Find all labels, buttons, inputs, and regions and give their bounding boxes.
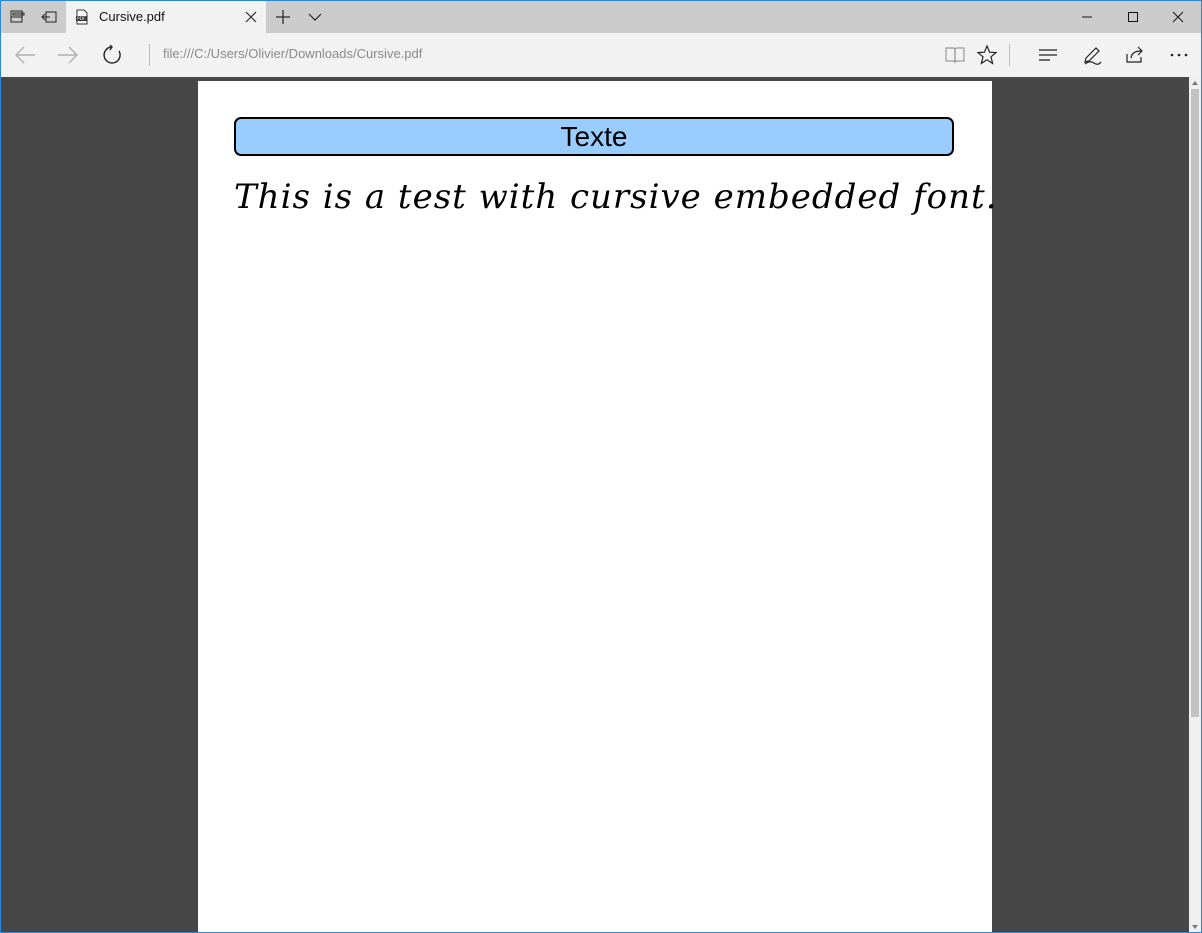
tabs-aside-button[interactable] xyxy=(1,1,33,33)
refresh-icon xyxy=(103,45,121,64)
hub-button[interactable] xyxy=(1026,33,1070,77)
refresh-button[interactable] xyxy=(90,33,134,77)
share-button[interactable] xyxy=(1113,33,1157,77)
favorite-button[interactable] xyxy=(965,33,1009,77)
more-icon xyxy=(1170,53,1188,57)
arrow-right-icon xyxy=(58,46,78,64)
new-tab-button[interactable] xyxy=(267,1,299,33)
close-window-button[interactable] xyxy=(1155,1,1201,33)
book-icon xyxy=(945,47,965,64)
navigation-bar: file:///C:/Users/Olivier/Downloads/Cursi… xyxy=(1,33,1201,77)
hub-icon xyxy=(1039,49,1057,61)
maximize-icon xyxy=(1128,12,1138,22)
more-button[interactable] xyxy=(1157,33,1201,77)
pdf-page: Texte This is a test with cursive embedd… xyxy=(198,81,997,932)
chevron-down-icon xyxy=(308,13,322,21)
tab-cursive-pdf[interactable]: PDF Cursive.pdf xyxy=(66,1,266,33)
address-divider xyxy=(149,44,150,66)
tab-title: Cursive.pdf xyxy=(99,9,165,24)
scroll-down-button[interactable] xyxy=(1189,921,1201,932)
pdf-viewer: Texte This is a test with cursive embedd… xyxy=(1,77,1189,932)
tabs-aside-icon xyxy=(10,10,25,23)
cursive-body-text: This is a test with cursive embedded fon… xyxy=(234,177,998,217)
minimize-button[interactable] xyxy=(1064,1,1110,33)
maximize-button[interactable] xyxy=(1110,1,1156,33)
scroll-up-button[interactable] xyxy=(1189,77,1201,89)
close-icon xyxy=(1172,11,1184,23)
pdf-icon: PDF xyxy=(76,9,88,25)
pen-icon xyxy=(1084,47,1102,65)
forward-button[interactable] xyxy=(46,33,90,77)
plus-icon xyxy=(276,10,290,24)
show-tabs-aside-button[interactable] xyxy=(33,1,65,33)
heading-text: Texte xyxy=(560,120,628,152)
tab-strip: PDF Cursive.pdf xyxy=(1,1,1201,33)
tab-list-button[interactable] xyxy=(299,1,331,33)
svg-text:PDF: PDF xyxy=(77,16,86,22)
triangle-up-icon xyxy=(1192,81,1198,85)
tab-preview-icon xyxy=(41,11,57,23)
scroll-thumb[interactable] xyxy=(1191,89,1199,717)
triangle-down-icon xyxy=(1192,925,1198,929)
arrow-left-icon xyxy=(15,46,35,64)
close-tab-icon[interactable] xyxy=(244,10,258,24)
star-icon xyxy=(977,45,997,65)
toolbar-divider xyxy=(1009,44,1010,66)
vertical-scrollbar[interactable] xyxy=(1189,77,1201,932)
minimize-icon xyxy=(1082,16,1092,18)
heading-box: Texte xyxy=(234,117,954,156)
web-note-button[interactable] xyxy=(1070,33,1114,77)
back-button[interactable] xyxy=(3,33,47,77)
address-bar[interactable]: file:///C:/Users/Olivier/Downloads/Cursi… xyxy=(163,46,923,64)
browser-window: PDF Cursive.pdf file:///C:/Users/Olivier… xyxy=(0,0,1202,933)
share-icon xyxy=(1126,46,1143,63)
